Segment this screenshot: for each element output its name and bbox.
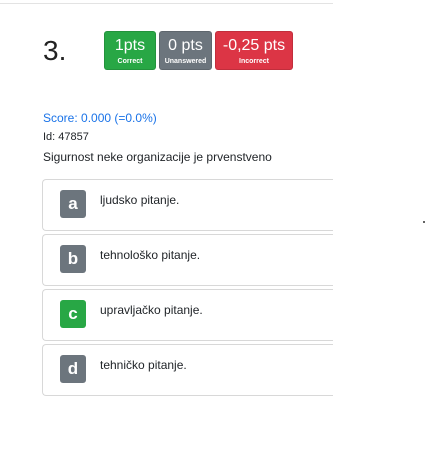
question-id: Id: 47857	[43, 131, 89, 143]
question-text: Sigurnost neke organizacije je prvenstve…	[43, 150, 272, 164]
correct-points-value: 1pts	[114, 37, 146, 54]
unanswered-points-value: 0 pts	[168, 37, 203, 54]
answer-option-c[interactable]: c upravljačko pitanje.	[42, 289, 333, 341]
answer-option-d[interactable]: d tehničko pitanje.	[42, 344, 333, 396]
answer-text: upravljačko pitanje.	[100, 303, 203, 317]
question-number: 3.	[43, 35, 67, 66]
answer-letter-badge: d	[60, 355, 86, 383]
unanswered-points-badge: 0 pts Unanswered	[159, 31, 212, 70]
answer-text: tehničko pitanje.	[100, 358, 187, 372]
correct-points-badge: 1pts Correct	[104, 31, 156, 70]
answer-letter-badge-correct: c	[60, 300, 86, 328]
answer-option-b[interactable]: b tehnološko pitanje.	[42, 234, 333, 286]
answer-option-a[interactable]: a ljudsko pitanje.	[42, 179, 333, 231]
answer-letter-badge: a	[60, 190, 86, 218]
answer-letter-badge: b	[60, 245, 86, 273]
incorrect-points-badge: -0,25 pts Incorrect	[215, 31, 293, 70]
incorrect-points-caption: Incorrect	[239, 58, 269, 65]
correct-points-caption: Correct	[117, 58, 143, 65]
unanswered-points-caption: Unanswered	[164, 58, 207, 65]
incorrect-points-value: -0,25 pts	[222, 37, 286, 54]
top-divider	[0, 3, 333, 4]
score-text: Score: 0.000 (=0.0%)	[43, 111, 157, 125]
answer-list: a ljudsko pitanje. b tehnološko pitanje.…	[42, 179, 333, 399]
stray-dot	[423, 221, 425, 223]
answer-text: tehnološko pitanje.	[100, 248, 201, 262]
answer-text: ljudsko pitanje.	[100, 193, 180, 207]
